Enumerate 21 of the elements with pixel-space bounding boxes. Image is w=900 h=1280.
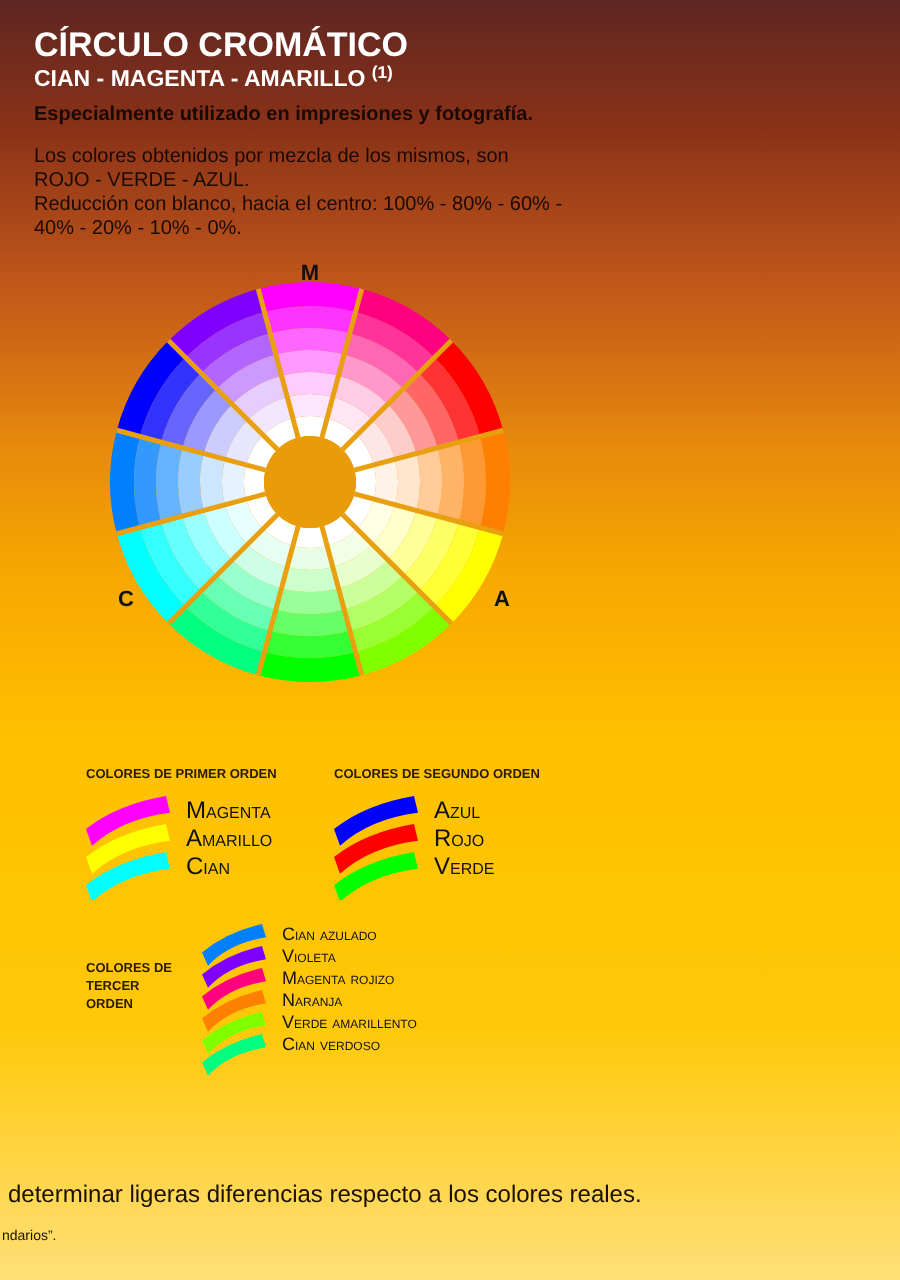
color-name: Violeta <box>282 945 338 968</box>
color-name: Cian verdoso <box>282 1033 383 1056</box>
page-subtitle: CIAN - MAGENTA - AMARILLO $^{(1)}$ <box>34 66 395 96</box>
footer-text: determinar ligeras diferencias respecto a los colores reales. <box>6 1179 644 1208</box>
color-name: Cian azulado <box>282 923 379 946</box>
color-name: Rojo <box>434 823 487 852</box>
description-text: Los colores obtenidos por mezcla de los mismos, son ROJO - VERDE - AZUL. <box>34 146 511 194</box>
color-name: Amarillo <box>186 823 273 852</box>
wheel-label: A <box>494 588 510 612</box>
color-name: Azul <box>434 795 483 824</box>
page-title: CÍRCULO CROMÁTICO <box>34 26 410 65</box>
color-name: Cian <box>186 851 233 880</box>
wheel-label: M <box>300 262 320 286</box>
color-name: Verde <box>434 851 495 880</box>
color-name: Magenta <box>186 795 273 824</box>
color-name: Magenta rojizo <box>282 967 397 990</box>
wheel-label: C <box>118 588 134 612</box>
tagline: Especialmente utilizado en impresiones y fotografía. <box>34 102 536 128</box>
color-name: Verde amarillento <box>282 1011 417 1034</box>
description-text: Reducción con blanco, hacia el centro: 100% - 80% - 60% - 40% - 20% - 10% - 0%. <box>34 194 564 242</box>
color-name: Naranja <box>282 989 345 1012</box>
